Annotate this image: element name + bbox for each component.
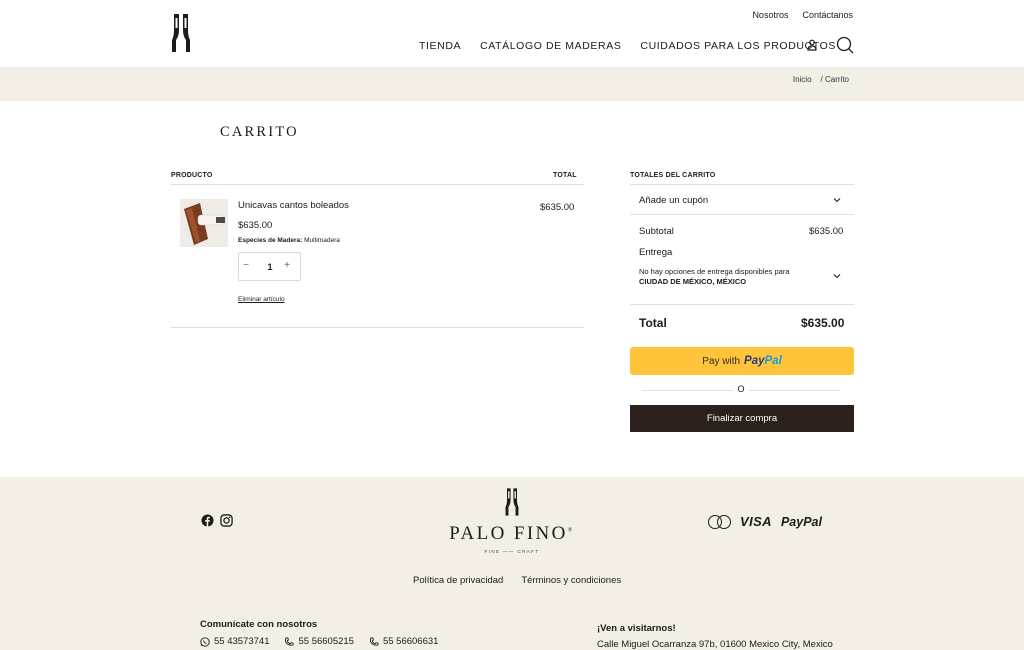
top-links: Nosotros Contáctanos <box>752 10 853 20</box>
shipping-divider <box>630 304 854 305</box>
phone-2[interactable]: 55 56605215 <box>284 636 354 647</box>
breadcrumb-band: Inicio / Carrito <box>0 67 1024 101</box>
link-contactanos[interactable]: Contáctanos <box>802 10 853 20</box>
footer-logo-mark[interactable] <box>504 487 520 517</box>
phone-icon <box>285 637 294 646</box>
total-label: Total <box>639 316 667 330</box>
whatsapp-icon <box>200 636 210 647</box>
paypal-button[interactable]: Pay with PayPal <box>630 347 854 375</box>
product-meta: Especies de Madera: Multimadera <box>238 237 340 244</box>
footer-links: Política de privacidad Términos y condic… <box>413 575 621 586</box>
coupon-toggle[interactable]: Añade un cupón <box>639 195 708 206</box>
table-divider <box>171 184 584 185</box>
product-thumbnail[interactable] <box>180 199 228 247</box>
quantity-value[interactable]: 1 <box>265 262 275 272</box>
nav-tienda[interactable]: TIENDA <box>419 40 461 52</box>
line-total: $635.00 <box>540 202 575 213</box>
phone-whatsapp[interactable]: 55 43573741 <box>200 636 269 647</box>
site-header: Nosotros Contáctanos TIENDA CATÁLOGO DE … <box>0 0 1024 67</box>
shipping-note: No hay opciones de entrega disponibles p… <box>639 267 819 287</box>
footer-brand-name: PALO FINO® <box>449 523 575 544</box>
breadcrumb: Inicio / Carrito <box>793 75 849 84</box>
shipping-label: Entrega <box>639 247 673 258</box>
totals-divider <box>630 184 854 185</box>
phone-3[interactable]: 55 56606631 <box>369 636 438 647</box>
chevron-down-icon[interactable] <box>833 197 841 203</box>
phone-list: 55 43573741 55 56605215 55 56606631 <box>200 636 438 647</box>
instagram-icon[interactable] <box>220 514 233 527</box>
visit-heading: ¡Ven a visitarnos! <box>597 623 676 634</box>
totals-heading: TOTALES DEL CARRITO <box>630 172 716 179</box>
subtotal-label: Subtotal <box>639 226 674 237</box>
checkout-button[interactable]: Finalizar compra <box>630 405 854 432</box>
link-terms[interactable]: Términos y condiciones <box>521 575 621 586</box>
facebook-icon[interactable] <box>201 514 214 527</box>
main-nav: TIENDA CATÁLOGO DE MADERAS CUIDADOS PARA… <box>419 40 836 52</box>
product-image <box>180 199 228 247</box>
link-nosotros[interactable]: Nosotros <box>752 10 788 20</box>
user-icon[interactable] <box>805 38 819 52</box>
paypal-footer-logo: PayPal <box>780 514 822 529</box>
visa-logo: VISA <box>740 514 772 529</box>
breadcrumb-current: / Carrito <box>820 75 849 84</box>
shipping-note-text: No hay opciones de entrega disponibles p… <box>639 267 790 276</box>
address[interactable]: Calle Miguel Ocarranza 97b, 01600 Mexico… <box>597 639 833 650</box>
product-price: $635.00 <box>238 220 273 231</box>
payment-methods: VISA PayPal <box>708 514 822 529</box>
shipping-chevron-icon[interactable] <box>833 273 841 279</box>
nav-catalogo[interactable]: CATÁLOGO DE MADERAS <box>480 40 621 52</box>
table-bottom-divider <box>171 327 584 328</box>
meta-value: Multimadera <box>304 237 340 244</box>
link-privacy[interactable]: Política de privacidad <box>413 575 503 586</box>
page-title: CARRITO <box>220 124 299 140</box>
coupon-divider <box>630 214 854 215</box>
shipping-place: CIUDAD DE MÉXICO, MÉXICO <box>639 277 747 286</box>
column-product: PRODUCTO <box>171 172 213 179</box>
paypal-logo: PayPal <box>744 355 782 367</box>
remove-item-link[interactable]: Eliminar artículo <box>238 296 285 303</box>
mastercard-icon <box>708 514 731 529</box>
column-total: TOTAL <box>553 172 577 179</box>
social-links <box>201 514 233 527</box>
contact-heading: Comunícate con nosotros <box>200 619 318 630</box>
phone-icon <box>369 637 379 646</box>
search-icon[interactable] <box>836 36 854 54</box>
product-name[interactable]: Unicavas cantos boleados <box>238 200 349 211</box>
footer-brand-tagline: FINE —— CRAFT <box>484 549 540 554</box>
or-text: O <box>733 384 749 394</box>
subtotal-value: $635.00 <box>809 226 844 237</box>
meta-label: Especies de Madera: <box>238 237 303 244</box>
logo-mark[interactable] <box>171 12 191 54</box>
quantity-increase-button[interactable]: + <box>280 260 294 271</box>
site-footer: PALO FINO® FINE —— CRAFT VISA PayPal Pol… <box>0 477 1024 650</box>
paypal-prefix: Pay with <box>702 355 741 367</box>
quantity-stepper: − 1 + <box>238 252 301 281</box>
total-value: $635.00 <box>801 316 845 330</box>
breadcrumb-home[interactable]: Inicio <box>793 75 812 84</box>
quantity-decrease-button[interactable]: − <box>239 260 253 271</box>
